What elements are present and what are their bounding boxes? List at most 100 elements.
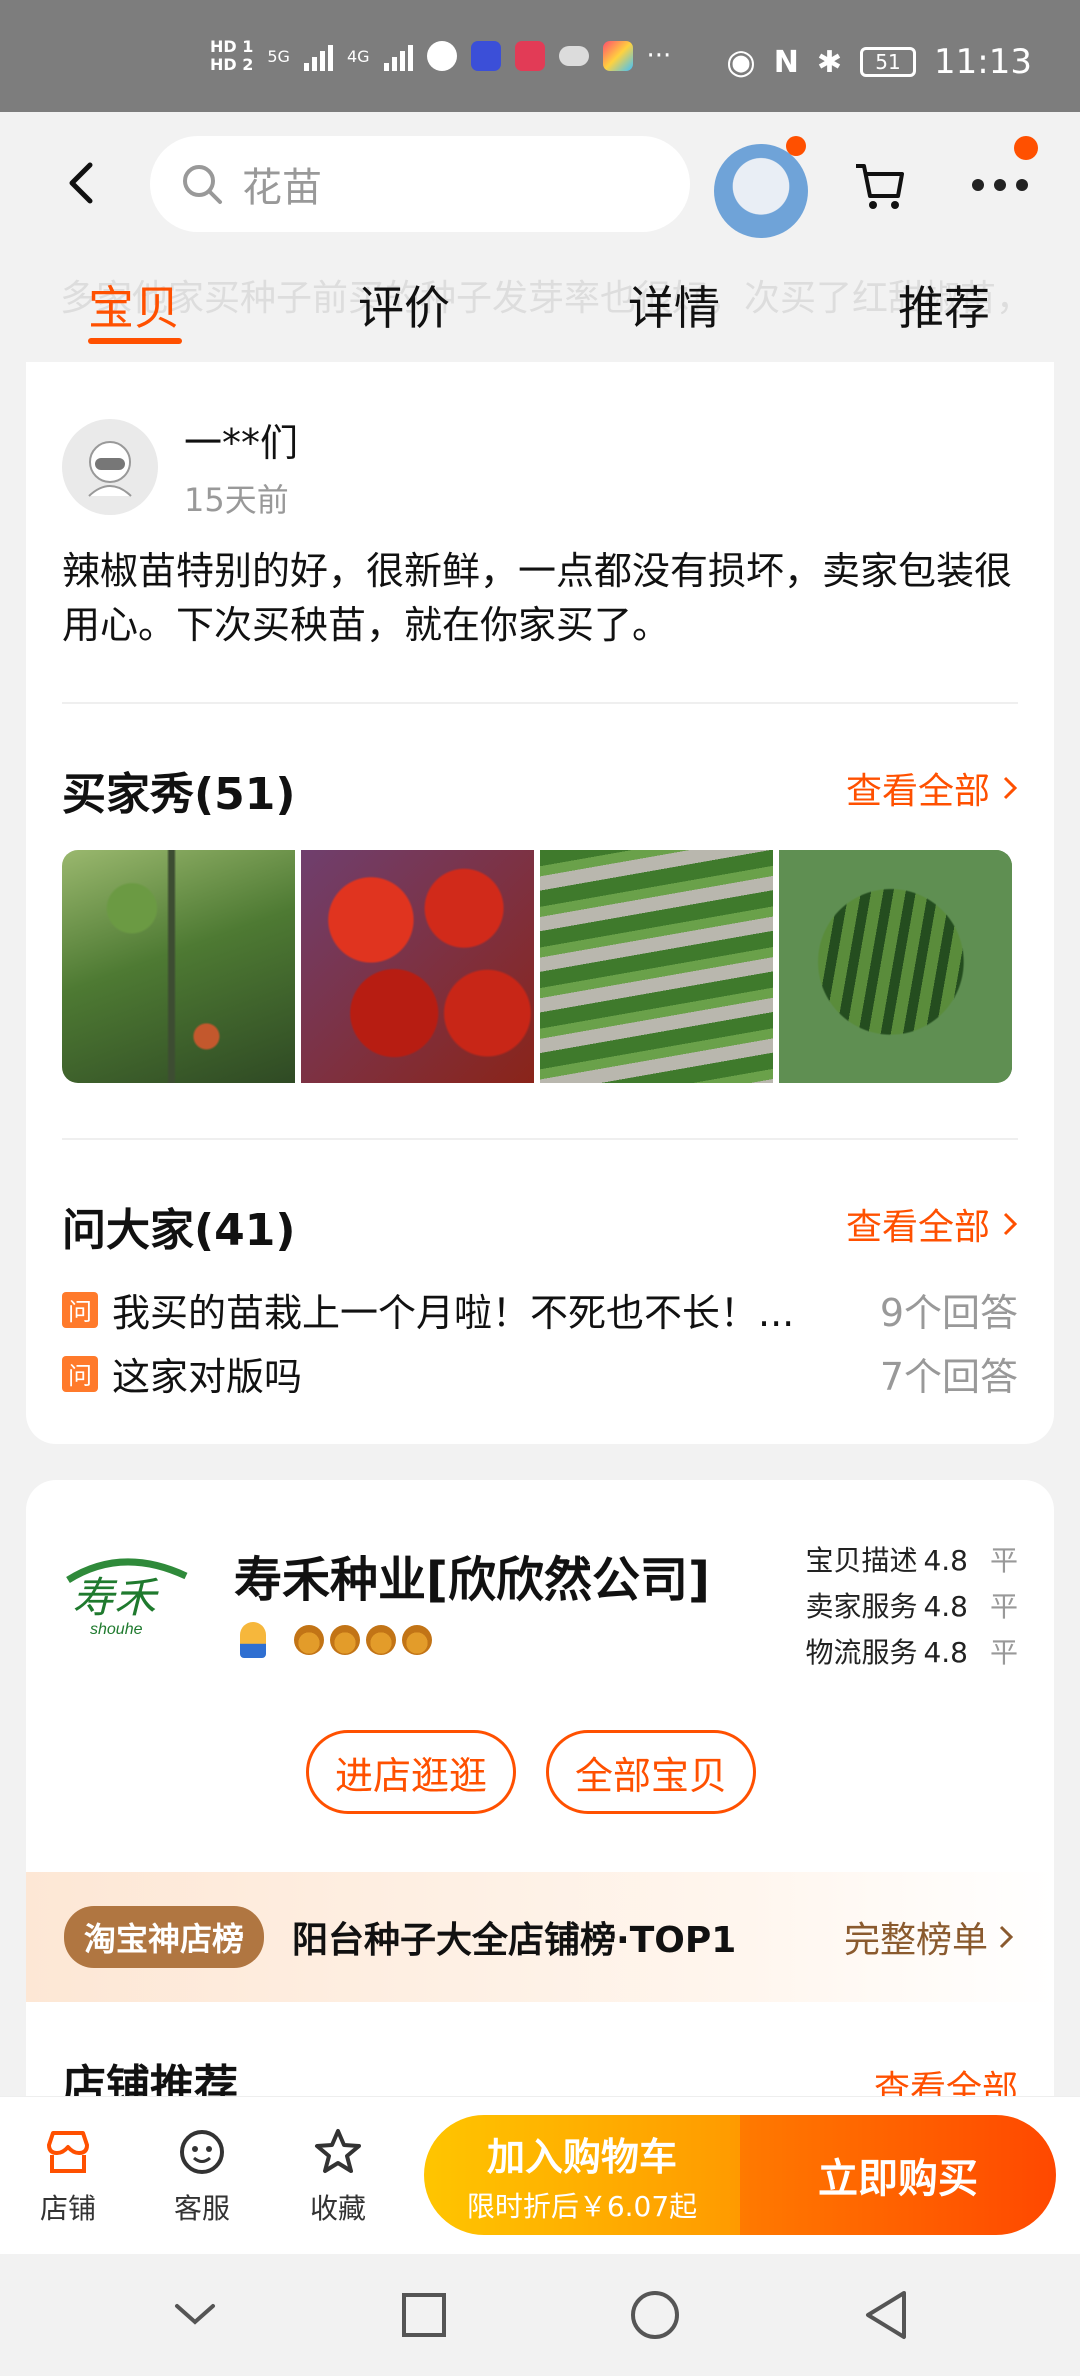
tab-active-indicator	[88, 338, 182, 344]
rank-link-label: 完整榜单	[843, 1920, 988, 1961]
see-all-label: 查看全部	[845, 771, 990, 812]
tab-baobei[interactable]: 宝贝	[88, 272, 180, 338]
buyer-photo-peppers[interactable]	[301, 850, 534, 1083]
battery-level: 51	[875, 50, 901, 74]
score-tag: 平	[989, 1636, 1018, 1669]
divider	[62, 1138, 1018, 1140]
store-icon	[47, 2131, 89, 2173]
score-label: 物流服务	[805, 1636, 918, 1669]
chevron-down-icon[interactable]	[171, 2300, 219, 2330]
full-ranking-link[interactable]: 完整榜单	[844, 1911, 1014, 1963]
buyer-photo-cucumbers[interactable]	[540, 850, 773, 1083]
status-left: HD 1 HD 2 5G 4G ···	[210, 38, 671, 74]
score-label: 卖家服务	[805, 1590, 918, 1623]
score-row: 卖家服务 4.8 平	[805, 1584, 1018, 1630]
app-color-icon	[602, 41, 633, 71]
buyer-photo-tomato[interactable]	[62, 850, 295, 1083]
ask-see-all[interactable]: 查看全部	[846, 1198, 1018, 1250]
buy-now-button[interactable]: 立即购买	[740, 2115, 1056, 2235]
shop-name[interactable]: 寿禾种业[欣欣然公司]	[234, 1540, 710, 1610]
review-header: 一**们 15天前	[62, 412, 298, 521]
qa-answer-count: 9个回答	[879, 1291, 1018, 1335]
buyer-show-see-all[interactable]: 查看全部	[846, 762, 1018, 814]
review-card: 一**们 15天前 辣椒苗特别的好，很新鲜，一点都没有损坏，卖家包装很用心。下次…	[26, 362, 1054, 1444]
tab-reviews[interactable]: 评价	[358, 272, 450, 338]
shop-logo[interactable]: 寿禾 shouhe	[62, 1550, 202, 1640]
star-icon	[315, 2129, 361, 2173]
more-notifications-icon: ···	[646, 41, 672, 71]
score-tag: 平	[989, 1590, 1018, 1623]
system-nav-bar	[0, 2254, 1080, 2376]
assistant-avatar[interactable]	[714, 144, 808, 238]
search-placeholder: 花苗	[242, 165, 322, 211]
score-value: 4.8	[923, 1636, 968, 1669]
qa-item[interactable]: 问 我买的苗栽上一个月啦！不死也不长！... 9个回答	[62, 1282, 1018, 1337]
shop-rank-banner[interactable]: 淘宝神店榜 阳台种子大全店铺榜·TOP1 完整榜单	[26, 1872, 1054, 2002]
battery-icon: 51	[860, 47, 917, 77]
score-label: 宝贝描述	[805, 1544, 918, 1577]
favorite-label: 收藏	[309, 2192, 366, 2225]
app-tie-icon	[470, 41, 501, 71]
crown-icon	[402, 1625, 432, 1655]
message-icon	[426, 41, 457, 71]
cart-button[interactable]	[852, 158, 908, 214]
bottom-action-bar: 店铺 客服 收藏 加入购物车 限时折后￥6.07起 立即购买	[0, 2096, 1080, 2254]
hd2-label: HD 2	[210, 55, 254, 74]
more-dot	[994, 179, 1006, 191]
visit-shop-button[interactable]: 进店逛逛	[306, 1730, 517, 1814]
user-avatar-icon	[88, 440, 132, 497]
recent-apps-icon[interactable]	[400, 2291, 448, 2339]
chevron-right-icon	[1003, 776, 1018, 800]
buyer-photo-watermelon[interactable]	[779, 850, 1012, 1083]
question-badge-icon: 问	[62, 1291, 98, 1328]
all-items-button[interactable]: 全部宝贝	[546, 1730, 757, 1814]
score-value: 4.8	[923, 1544, 968, 1577]
back-button[interactable]	[56, 158, 106, 208]
status-bar: HD 1 HD 2 5G 4G ··· ◉ N ✱ 51 11:13	[0, 0, 1080, 112]
home-icon[interactable]	[629, 2289, 681, 2341]
hd1-label: HD 1	[210, 37, 254, 56]
review-text: 辣椒苗特别的好，很新鲜，一点都没有损坏，卖家包装很用心。下次买秧苗，就在你家买了…	[62, 549, 1013, 647]
more-button[interactable]	[972, 170, 1036, 200]
tab-bar: 多家他家买种子前买的种子发芽率也很好，次买了红甜椒苗，专用包装好，小苗很新鲜，根…	[0, 252, 1080, 362]
add-cart-label: 加入购物车	[486, 2134, 677, 2179]
score-tag: 平	[989, 1544, 1018, 1577]
signal2-icon	[383, 41, 413, 71]
divider	[62, 702, 1018, 704]
eye-icon: ◉	[726, 42, 756, 82]
tab-recommend[interactable]: 推荐	[898, 272, 990, 338]
clock: 11:13	[934, 42, 1032, 82]
qa-question: 我买的苗栽上一个月啦！不死也不长！...	[112, 1291, 795, 1335]
ghost-review-text: 多家他家买种子前买的种子发芽率也很好，次买了红甜椒苗，专用包装好，小苗很新鲜，根…	[60, 278, 1020, 319]
shop-logo-image: 寿禾 shouhe	[66, 1558, 188, 1638]
crown-icon	[330, 1625, 360, 1655]
customer-service-button[interactable]: 客服	[152, 2125, 252, 2227]
chevron-right-icon	[1003, 1212, 1018, 1236]
see-all-label: 查看全部	[845, 1207, 990, 1248]
avatar-notification-dot	[786, 136, 806, 156]
qa-question: 这家对版吗	[112, 1355, 303, 1399]
rank-title: 阳台种子大全店铺榜·TOP1	[292, 1920, 737, 1961]
status-right: ◉ N ✱ 51 11:13	[726, 42, 1032, 82]
add-to-cart-button[interactable]: 加入购物车 限时折后￥6.07起	[424, 2115, 740, 2235]
cloud-icon	[558, 46, 589, 66]
shop-scores: 宝贝描述 4.8 平 卖家服务 4.8 平 物流服务 4.8 平	[805, 1538, 1018, 1676]
signal-icon	[303, 41, 333, 71]
shop-card: 寿禾 shouhe 寿禾种业[欣欣然公司] 宝贝描述 4.8 平 卖家服务 4.8 平 …	[26, 1480, 1054, 2100]
crown-icon	[366, 1625, 396, 1655]
shop-recommend-title: 店铺推荐	[62, 2061, 238, 2100]
chevron-right-icon	[999, 1925, 1014, 1949]
tab-details[interactable]: 详情	[628, 272, 720, 338]
shop-buttons: 进店逛逛 全部宝贝	[306, 1730, 757, 1814]
shop-recommend-see-all[interactable]: 查看全部	[874, 2060, 1018, 2100]
qa-item[interactable]: 问 这家对版吗 7个回答	[62, 1346, 1018, 1401]
search-icon	[183, 165, 222, 204]
back-triangle-icon[interactable]	[862, 2289, 910, 2341]
search-input[interactable]: 花苗	[150, 136, 690, 232]
shop-badges	[240, 1622, 432, 1658]
review-time: 15天前	[184, 481, 289, 519]
favorite-button[interactable]: 收藏	[288, 2125, 388, 2227]
store-label: 店铺	[39, 2192, 96, 2225]
store-button[interactable]: 店铺	[18, 2125, 118, 2227]
net1-label: 5G	[267, 46, 290, 66]
